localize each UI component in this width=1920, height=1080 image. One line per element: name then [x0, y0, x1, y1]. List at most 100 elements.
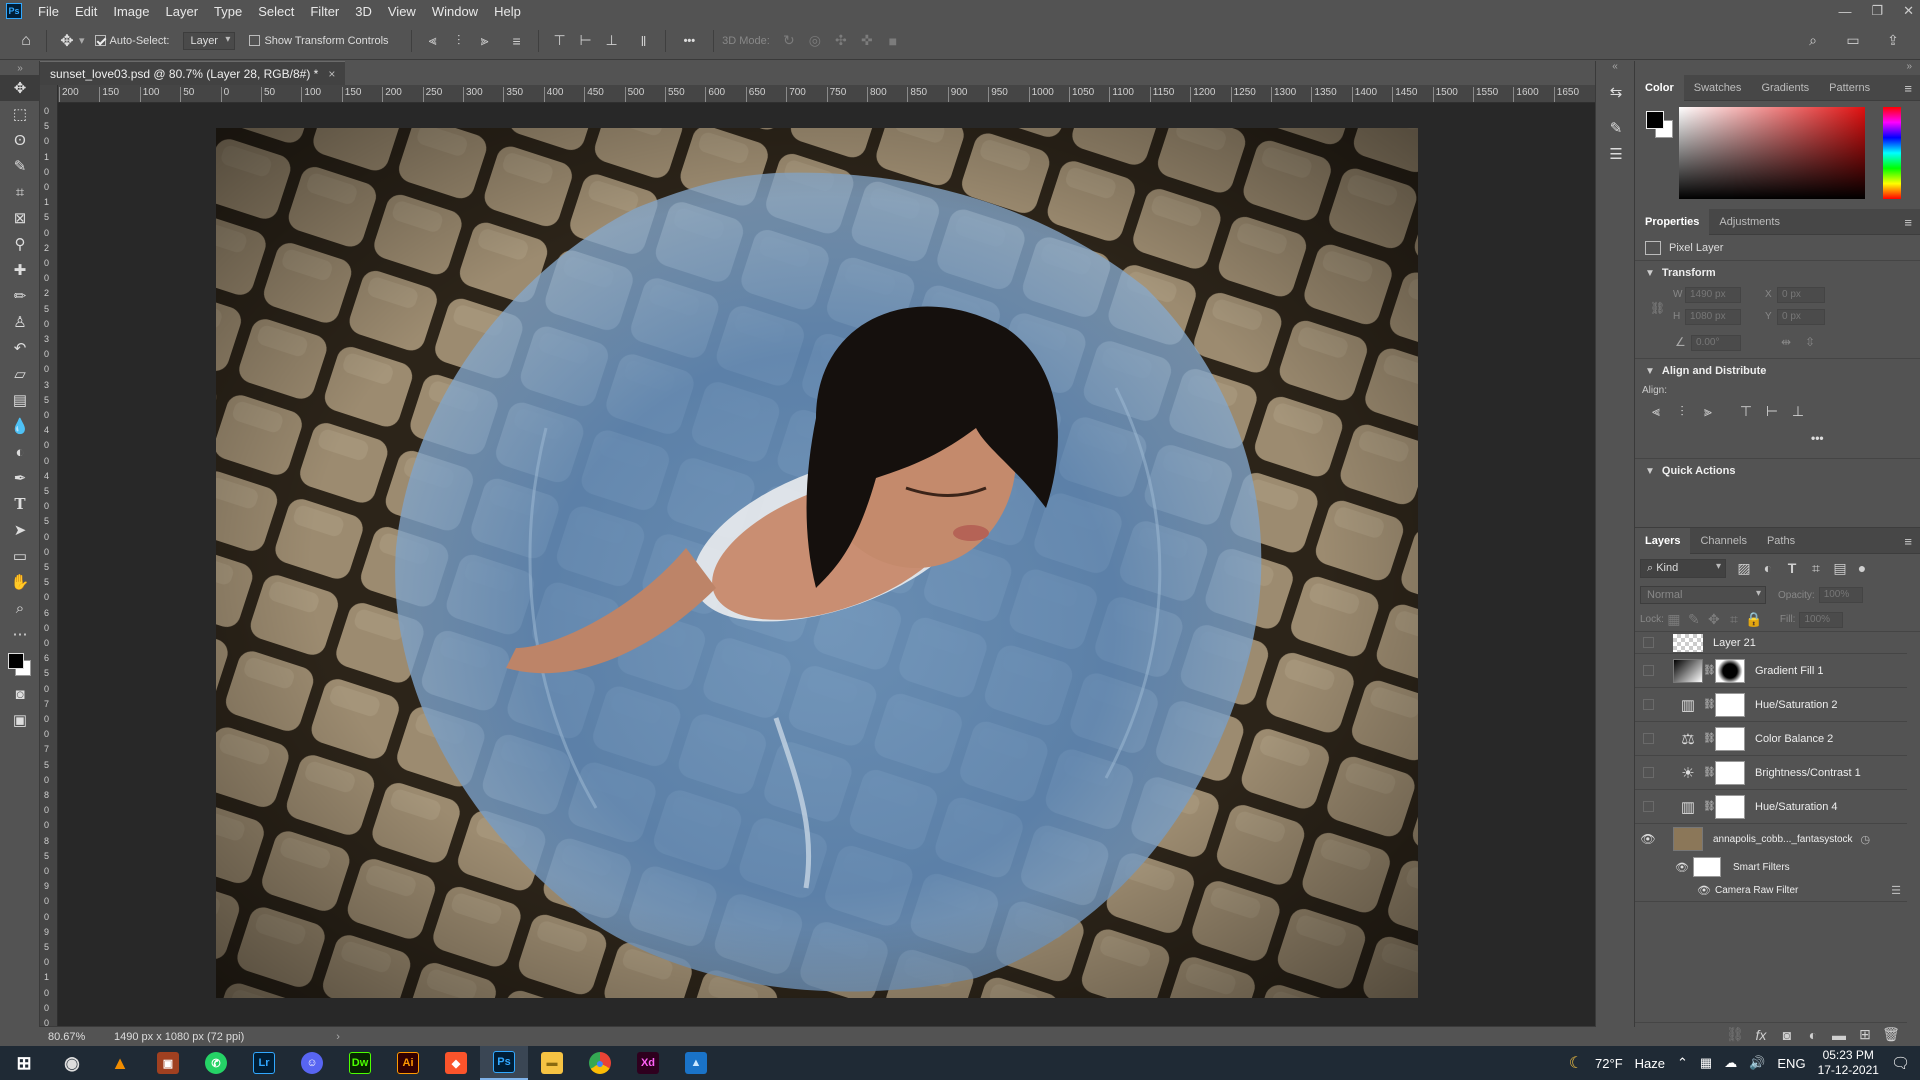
collapse-strip-icon[interactable]: « [1596, 61, 1634, 75]
panel-foreground-swatch[interactable] [1646, 111, 1664, 129]
brush-settings-panel-icon[interactable]: ✎ [1596, 115, 1636, 141]
lock-artboard-icon[interactable]: ⌗ [1724, 611, 1744, 628]
clone-stamp-tool-icon[interactable]: ♙ [0, 309, 40, 335]
onedrive-icon[interactable]: ☁ [1724, 1055, 1737, 1071]
visibility-toggle[interactable] [1642, 767, 1654, 778]
menu-edit[interactable]: Edit [67, 4, 105, 19]
crop-tool-icon[interactable]: ⌗ [0, 179, 40, 205]
visibility-toggle[interactable] [1642, 733, 1654, 744]
network-icon[interactable]: ▦ [1700, 1055, 1712, 1071]
language-indicator[interactable]: ENG [1777, 1056, 1805, 1071]
taskbar-app-whatsapp[interactable]: ✆ [192, 1046, 240, 1080]
visibility-toggle[interactable] [1642, 665, 1654, 676]
filter-type-icon[interactable]: T [1780, 560, 1804, 576]
collapse-tools-icon[interactable]: » [0, 61, 40, 75]
align-bottom-edges-icon[interactable]: ⊥ [1785, 403, 1811, 420]
move-tool-icon[interactable]: ✥ [0, 75, 40, 101]
link-layers-icon[interactable]: ⛓ [1725, 1026, 1745, 1043]
new-group-icon[interactable]: ▬ [1829, 1027, 1849, 1043]
roll-3d-icon[interactable]: ◎ [802, 32, 828, 49]
auto-select-target-select[interactable]: Layer [183, 31, 236, 50]
horizontal-ruler[interactable]: 200 150 100 50 0 50 100 150 200 250 300 350 400 450 50… [58, 85, 1595, 103]
flip-horizontal-icon[interactable]: ⇹ [1781, 335, 1791, 349]
menu-image[interactable]: Image [105, 4, 157, 19]
menu-layer[interactable]: Layer [158, 4, 207, 19]
align-horizontal-centers-icon[interactable]: ⫶ [1669, 403, 1695, 420]
healing-brush-tool-icon[interactable]: ✚ [0, 257, 40, 283]
distribute-horizontal-icon[interactable]: ‖ [631, 33, 657, 49]
home-icon[interactable]: ⌂ [14, 32, 38, 50]
transform-section-header[interactable]: ▼ Transform [1635, 261, 1920, 285]
marquee-tool-icon[interactable]: ⬚ [0, 101, 40, 127]
align-right-edges-icon[interactable]: ⫸ [1695, 403, 1721, 420]
layer-row[interactable]: ▥ ⛓ Hue/Saturation 4 [1635, 790, 1907, 824]
color-panel-menu-icon[interactable]: ≡ [1904, 81, 1912, 96]
slide-3d-icon[interactable]: ✜ [854, 32, 880, 49]
menu-3d[interactable]: 3D [347, 4, 380, 19]
quick-mask-icon[interactable]: ◙ [0, 681, 40, 707]
more-options-button[interactable]: ••• [684, 35, 696, 47]
layer-row[interactable]: ▥ ⛓ Hue/Saturation 2 [1635, 688, 1907, 722]
start-button[interactable]: ⊞ [0, 1046, 48, 1080]
document-tab[interactable]: sunset_love03.psd @ 80.7% (Layer 28, RGB… [40, 61, 346, 85]
tab-adjustments[interactable]: Adjustments [1709, 209, 1790, 235]
layer-style-icon[interactable]: fx [1751, 1027, 1771, 1043]
taskbar-app-media[interactable]: ▣ [144, 1046, 192, 1080]
tab-properties[interactable]: Properties [1635, 208, 1710, 235]
menu-view[interactable]: View [380, 4, 424, 19]
hue-slider[interactable] [1883, 107, 1901, 199]
taskbar-app-photoshop[interactable]: Ps [480, 1046, 528, 1080]
dodge-tool-icon[interactable]: ◐ [0, 439, 40, 465]
move-tool-preset-icon[interactable]: ✥ [55, 31, 79, 51]
eye-icon[interactable]: 👁 [1635, 832, 1661, 846]
taskbar-app-xd[interactable]: Xd [624, 1046, 672, 1080]
auto-select-checkbox[interactable] [94, 35, 106, 46]
align-bottom-icon[interactable]: ⊥ [599, 32, 625, 49]
blur-tool-icon[interactable]: 💧 [0, 413, 40, 439]
brush-tool-icon[interactable]: ✏ [0, 283, 40, 309]
chevron-up-icon[interactable]: ⌃ [1677, 1055, 1688, 1071]
collapse-panels-icon[interactable]: » [1635, 61, 1920, 75]
menu-window[interactable]: Window [424, 4, 486, 19]
menu-file[interactable]: File [30, 4, 67, 19]
rectangle-tool-icon[interactable]: ▭ [0, 543, 40, 569]
weather-temp[interactable]: 72°F [1595, 1056, 1623, 1071]
filter-toggle-icon[interactable]: ● [1852, 560, 1872, 576]
align-vertical-center-icon[interactable]: ⊢ [573, 32, 599, 49]
taskbar-app-dreamweaver[interactable]: Dw [336, 1046, 384, 1080]
tab-paths[interactable]: Paths [1757, 528, 1805, 554]
layer-row[interactable]: ☀ ⛓ Brightness/Contrast 1 [1635, 756, 1907, 790]
clock[interactable]: 05:23 PM 17-12-2021 [1818, 1048, 1879, 1078]
taskbar-app-chrome[interactable]: ● [576, 1046, 624, 1080]
quick-selection-tool-icon[interactable]: ✎ [0, 153, 40, 179]
link-icon[interactable]: ⛓ [1650, 301, 1665, 315]
document-image[interactable] [216, 128, 1418, 998]
opacity-field[interactable]: 100% [1818, 587, 1863, 603]
blend-mode-select[interactable]: Normal [1640, 586, 1766, 604]
eraser-tool-icon[interactable]: ▱ [0, 361, 40, 387]
hand-tool-icon[interactable]: ✋ [0, 569, 40, 595]
type-tool-icon[interactable]: T [0, 491, 40, 517]
more-tools-icon[interactable]: ⋯ [0, 621, 40, 647]
x-field[interactable]: 0 px [1777, 287, 1825, 303]
taskbar-app-brave[interactable]: ◆ [432, 1046, 480, 1080]
filter-shape-icon[interactable]: ⌗ [1804, 560, 1828, 577]
tab-color[interactable]: Color [1635, 74, 1684, 101]
layer-row[interactable]: ⚖ ⛓ Color Balance 2 [1635, 722, 1907, 756]
orbit-3d-icon[interactable]: ↻ [776, 32, 802, 49]
taskbar-app-vlc[interactable]: ▲ [96, 1046, 144, 1080]
eye-icon[interactable]: 👁 [1635, 884, 1715, 897]
workspace-icon[interactable]: ▭ [1840, 32, 1866, 49]
align-vertical-centers-icon[interactable]: ⊢ [1759, 403, 1785, 420]
menu-filter[interactable]: Filter [302, 4, 347, 19]
screen-mode-icon[interactable]: ▣ [0, 707, 40, 733]
add-mask-icon[interactable]: ◙ [1777, 1027, 1797, 1043]
tab-layers[interactable]: Layers [1635, 527, 1691, 554]
width-field[interactable]: 1490 px [1685, 287, 1741, 303]
eyedropper-tool-icon[interactable]: ⚲ [0, 231, 40, 257]
lock-image-icon[interactable]: ✎ [1684, 611, 1704, 628]
delete-layer-icon[interactable]: 🗑 [1881, 1026, 1901, 1043]
volume-icon[interactable]: 🔊 [1749, 1055, 1765, 1071]
distribute-vertical-icon[interactable]: ≡ [504, 33, 530, 49]
tab-swatches[interactable]: Swatches [1684, 75, 1752, 101]
